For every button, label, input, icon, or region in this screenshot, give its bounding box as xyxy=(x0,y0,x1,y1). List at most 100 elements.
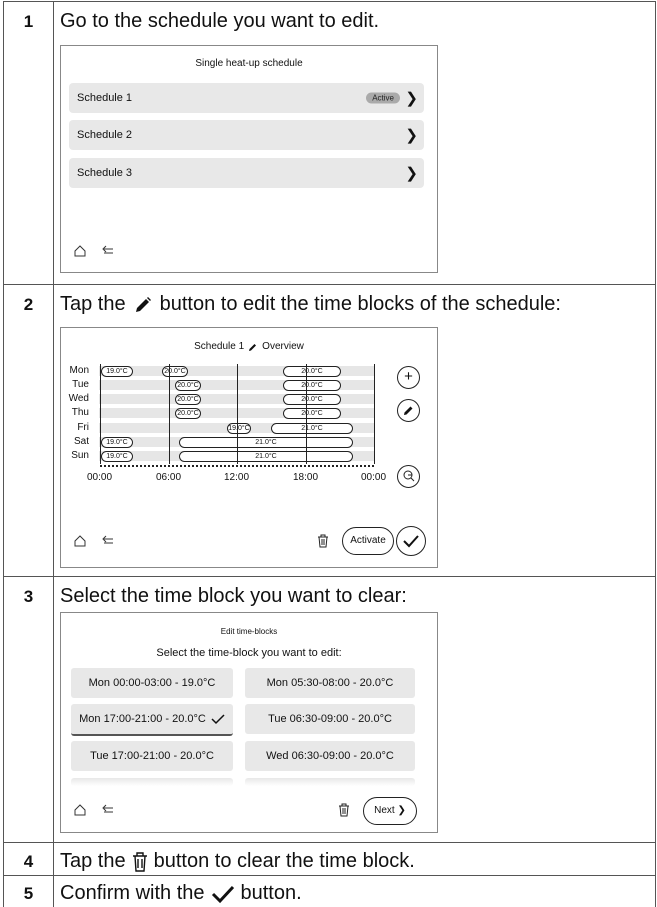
home-icon[interactable] xyxy=(73,534,87,548)
schedule-label: Schedule 3 xyxy=(77,167,133,179)
step-text: Select the time block you want to clear: xyxy=(60,585,407,607)
day-label: Tue xyxy=(72,379,89,390)
title-text: Schedule 1 xyxy=(194,341,245,352)
day-label: Mon xyxy=(69,365,89,376)
home-icon[interactable] xyxy=(73,803,87,817)
schedule-overview-screen: Schedule 1 Overview Mon Tue Wed Thu Fri … xyxy=(60,327,438,568)
chevron-right-icon: ❯ xyxy=(405,90,418,107)
step-text: Go to the schedule you want to edit. xyxy=(60,10,380,32)
check-icon xyxy=(211,714,225,725)
trash-icon[interactable] xyxy=(317,534,329,548)
table-border-left xyxy=(3,1,4,907)
trash-icon[interactable] xyxy=(338,803,350,817)
add-button[interactable]: + xyxy=(397,366,420,389)
table-border-right xyxy=(655,1,656,907)
day-label: Wed xyxy=(68,393,89,404)
screen-title: Schedule 1 Overview xyxy=(61,341,437,352)
time-block-option[interactable]: Mon 00:00-03:00 - 19.0°C xyxy=(71,668,233,698)
time-block[interactable]: 19.0°C xyxy=(101,366,133,377)
step-text-part: Tap the xyxy=(60,293,126,315)
step-text: Tap the button to clear the time block. xyxy=(60,850,415,873)
time-block[interactable]: 20.0°C xyxy=(162,366,188,377)
back-icon[interactable] xyxy=(101,535,115,547)
schedule-label: Schedule 2 xyxy=(77,129,133,141)
time-block[interactable]: 20.0°C xyxy=(283,366,341,377)
step-text: Tap the button to edit the time blocks o… xyxy=(60,293,561,316)
row-divider xyxy=(3,842,655,843)
check-icon xyxy=(211,885,234,903)
schedule-item[interactable]: Schedule 1 Active ❯ xyxy=(69,83,424,113)
time-block-option-partial xyxy=(245,778,415,786)
time-block-option-partial xyxy=(71,778,233,786)
check-icon xyxy=(403,535,419,548)
step-text-part: button to clear the time block. xyxy=(153,850,415,872)
step-number: 3 xyxy=(23,587,34,606)
row-divider xyxy=(3,1,655,2)
time-block-option[interactable]: Wed 06:30-09:00 - 20.0°C xyxy=(245,741,415,771)
chevron-right-icon: ❯ xyxy=(405,165,418,182)
time-block[interactable]: 20.0°C xyxy=(175,394,201,405)
schedule-item[interactable]: Schedule 3 ❯ xyxy=(69,158,424,188)
time-axis-line xyxy=(100,364,101,464)
step-number: 1 xyxy=(23,12,34,31)
step-text-part: Tap the xyxy=(60,850,126,872)
schedule-list-screen: Single heat-up schedule Schedule 1 Activ… xyxy=(60,45,438,273)
time-block[interactable]: 21.0°C xyxy=(179,437,353,448)
time-block-option[interactable]: Tue 17:00-21:00 - 20.0°C xyxy=(71,741,233,771)
zoom-icon xyxy=(403,470,414,482)
back-icon[interactable] xyxy=(101,245,115,257)
time-block[interactable]: 20.0°C xyxy=(283,380,341,391)
pencil-icon xyxy=(403,406,412,415)
time-block-option[interactable]: Tue 06:30-09:00 - 20.0°C xyxy=(245,704,415,734)
pencil-icon xyxy=(249,343,257,351)
time-tick: 00:00 xyxy=(87,472,113,483)
row-divider xyxy=(3,875,655,876)
step-text-part: button to edit the time blocks of the sc… xyxy=(159,293,561,315)
title-suffix: Overview xyxy=(262,341,304,352)
time-block-option[interactable]: Mon 05:30-08:00 - 20.0°C xyxy=(245,668,415,698)
day-label: Sat xyxy=(73,436,89,447)
chevron-right-icon: ❯ xyxy=(397,805,406,816)
time-block[interactable]: 20.0°C xyxy=(175,408,201,419)
time-axis-line xyxy=(169,364,170,464)
time-block[interactable]: 21.0°C xyxy=(179,451,353,462)
schedule-label: Schedule 1 xyxy=(77,92,133,104)
time-block[interactable]: 20.0°C xyxy=(283,408,341,419)
edit-button[interactable] xyxy=(397,399,420,422)
zoom-button[interactable] xyxy=(397,465,420,488)
time-axis-line xyxy=(306,364,307,464)
schedule-item[interactable]: Schedule 2 ❯ xyxy=(69,120,424,150)
time-axis-line xyxy=(374,364,375,464)
step-number: 5 xyxy=(23,884,34,903)
time-block[interactable]: 20.0°C xyxy=(283,394,341,405)
time-block-option-selected[interactable]: Mon 17:00-21:00 - 20.0°C xyxy=(71,704,233,736)
time-block[interactable]: 20.0°C xyxy=(175,380,201,391)
column-divider xyxy=(53,1,54,907)
time-axis xyxy=(100,465,374,467)
instruction-table: 1 Go to the schedule you want to edit. S… xyxy=(0,0,657,907)
pencil-icon xyxy=(135,296,151,312)
step-text: Confirm with the button. xyxy=(60,882,302,905)
chevron-right-icon: ❯ xyxy=(405,127,418,144)
home-icon[interactable] xyxy=(73,244,87,258)
plus-icon: + xyxy=(404,368,413,385)
confirm-button[interactable] xyxy=(396,526,426,556)
time-block[interactable]: 19.0°C xyxy=(101,451,133,462)
next-label: Next xyxy=(374,805,395,816)
time-tick: 06:00 xyxy=(156,472,182,483)
active-badge: Active xyxy=(366,92,400,104)
time-block[interactable]: 19.0°C xyxy=(101,437,133,448)
step-text-part: Confirm with the xyxy=(60,882,205,904)
step-text-part: button. xyxy=(240,882,302,904)
edit-time-blocks-screen: Edit time-blocks Select the time-block y… xyxy=(60,612,438,833)
activate-button[interactable]: Activate xyxy=(342,527,394,555)
day-label: Fri xyxy=(77,422,89,433)
back-icon[interactable] xyxy=(101,804,115,816)
time-block[interactable]: 21.0°C xyxy=(271,423,353,434)
screen-title: Edit time-blocks xyxy=(220,627,278,636)
step-number: 4 xyxy=(23,852,34,871)
step-number: 2 xyxy=(23,295,34,314)
time-block[interactable]: 19.0°C xyxy=(227,423,251,434)
trash-icon xyxy=(132,851,147,872)
next-button[interactable]: Next ❯ xyxy=(363,797,417,825)
